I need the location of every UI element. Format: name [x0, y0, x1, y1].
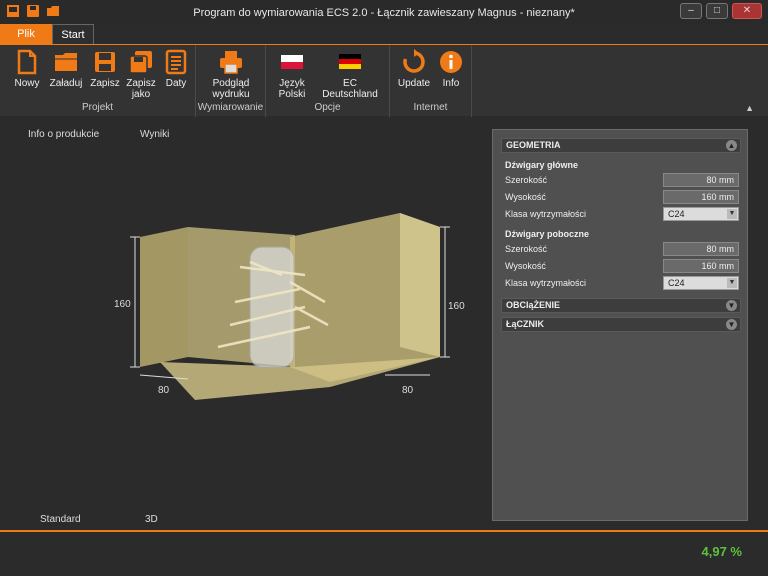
secondary-height-field[interactable]: 160 mm: [663, 259, 739, 273]
info-label: Info: [442, 78, 460, 89]
load-button[interactable]: Załaduj: [48, 49, 84, 89]
ec-deutschland-button[interactable]: EC Deutschland: [318, 49, 382, 100]
info-icon: [440, 51, 462, 73]
beam-connection-model: [130, 213, 450, 400]
dropdown-arrow-icon[interactable]: ▼: [727, 209, 737, 219]
secondary-class-label: Klasa wytrzymałości: [505, 278, 587, 288]
save-as-icon: [129, 51, 152, 74]
dimension-right-width: 80: [402, 385, 414, 396]
chevron-up-icon[interactable]: ▲: [726, 140, 737, 151]
update-button[interactable]: Update: [396, 49, 432, 89]
main-class-label: Klasa wytrzymałości: [505, 209, 587, 219]
tab-file[interactable]: Plik: [0, 24, 52, 44]
main-beams-title: Dźwigary główne: [505, 160, 579, 170]
section-geometria-label: GEOMETRIA: [506, 140, 561, 150]
new-button[interactable]: Nowy: [10, 49, 44, 89]
save-as-label-2: jako: [131, 89, 151, 100]
main-width-label: Szerokość: [505, 175, 548, 185]
properties-panel: GEOMETRIA ▲ Dźwigary główne Szerokość 80…: [492, 129, 748, 521]
main-height-field[interactable]: 160 mm: [663, 190, 739, 204]
printer-icon: [220, 51, 242, 74]
section-lacznik-label: ŁąCZNIK: [506, 319, 544, 329]
data-button[interactable]: Daty: [160, 49, 192, 89]
close-button[interactable]: ✕: [732, 3, 762, 19]
group-label-opcje: Opcje: [314, 102, 341, 113]
group-label-projekt: Projekt: [81, 102, 114, 113]
tab-start[interactable]: Start: [52, 24, 94, 44]
status-bar: 4,97 %: [0, 532, 768, 576]
ec-label-2: Deutschland: [322, 89, 378, 100]
3d-viewport[interactable]: 160 160 80 80: [100, 207, 480, 427]
ribbon-tabs: Plik Start: [0, 24, 768, 44]
print-preview-label-2: wydruku: [212, 89, 250, 100]
dimension-left-width: 80: [158, 385, 170, 396]
group-label-internet: Internet: [413, 102, 448, 113]
new-document-icon: [17, 49, 37, 75]
language-polish-button[interactable]: Język Polski: [272, 49, 312, 100]
print-preview-label-1: Podgląd: [212, 78, 250, 89]
title-bar: Program do wymiarowania ECS 2.0 - Łączni…: [0, 0, 768, 26]
group-opcje: Język Polski EC Deutschland Opcje: [266, 45, 390, 117]
maximize-button[interactable]: □: [706, 3, 728, 19]
dimension-left-height: 160: [114, 299, 131, 310]
main-height-label: Wysokość: [505, 192, 546, 202]
new-label: Nowy: [14, 78, 40, 89]
collapse-ribbon-icon[interactable]: ▲: [745, 103, 754, 113]
secondary-width-label: Szerokość: [505, 244, 548, 254]
chevron-down-icon[interactable]: ▼: [726, 300, 737, 311]
group-projekt: Nowy Załaduj Zapisz Zapisz jako Daty Pro…: [0, 45, 196, 117]
secondary-height-label: Wysokość: [505, 261, 546, 271]
tab-results[interactable]: Wyniki: [140, 129, 169, 140]
secondary-width-field[interactable]: 80 mm: [663, 242, 739, 256]
main-class-select[interactable]: C24 ▼: [663, 207, 739, 221]
poland-flag-icon: [281, 55, 303, 69]
save-label: Zapisz: [90, 78, 120, 89]
polish-label-1: Język: [279, 78, 305, 89]
print-preview-button[interactable]: Podgląd wydruku: [200, 49, 262, 100]
section-obciazenie[interactable]: OBCIąŻENIE ▼: [501, 298, 741, 313]
main-width-field[interactable]: 80 mm: [663, 173, 739, 187]
save-as-label-1: Zapisz: [126, 78, 156, 89]
utilization-percent: 4,97 %: [701, 544, 742, 559]
update-label: Update: [397, 78, 431, 89]
save-icon: [95, 52, 115, 72]
ribbon: Nowy Załaduj Zapisz Zapisz jako Daty Pro…: [0, 44, 768, 117]
secondary-class-select[interactable]: C24 ▼: [663, 276, 739, 290]
main-area: Info o produkcie Wyniki 160 160 80 80 St…: [0, 117, 768, 530]
tab-3d[interactable]: 3D: [145, 514, 158, 525]
section-obciazenie-label: OBCIąŻENIE: [506, 300, 561, 310]
folder-icon: [55, 53, 77, 71]
load-label: Załaduj: [49, 78, 83, 89]
info-button[interactable]: Info: [436, 49, 466, 89]
group-label-wymiarowanie: Wymiarowanie: [197, 102, 264, 113]
save-as-button[interactable]: Zapisz jako: [124, 49, 158, 100]
secondary-beams-title: Dźwigary poboczne: [505, 229, 590, 239]
minimize-button[interactable]: –: [680, 3, 702, 19]
main-class-value: C24: [668, 209, 685, 219]
window-controls: – □ ✕: [680, 3, 762, 19]
ec-label-1: EC: [343, 78, 357, 89]
chevron-down-icon[interactable]: ▼: [726, 319, 737, 330]
tab-product-info[interactable]: Info o produkcie: [28, 129, 99, 140]
data-label: Daty: [165, 78, 187, 89]
section-lacznik[interactable]: ŁąCZNIK ▼: [501, 317, 741, 332]
dropdown-arrow-icon[interactable]: ▼: [727, 278, 737, 288]
window-title: Program do wymiarowania ECS 2.0 - Łączni…: [193, 7, 575, 19]
group-wymiarowanie: Podgląd wydruku Wymiarowanie: [196, 45, 266, 117]
group-internet: Update Info Internet: [390, 45, 472, 117]
refresh-icon: [403, 49, 425, 73]
dimension-right-height: 160: [448, 301, 465, 312]
section-geometria[interactable]: GEOMETRIA ▲: [501, 138, 741, 153]
data-list-icon: [165, 49, 187, 75]
polish-label-2: Polski: [278, 89, 306, 100]
tab-standard[interactable]: Standard: [40, 514, 81, 525]
secondary-class-value: C24: [668, 278, 685, 288]
germany-flag-icon: [339, 54, 361, 69]
save-button[interactable]: Zapisz: [88, 49, 122, 89]
